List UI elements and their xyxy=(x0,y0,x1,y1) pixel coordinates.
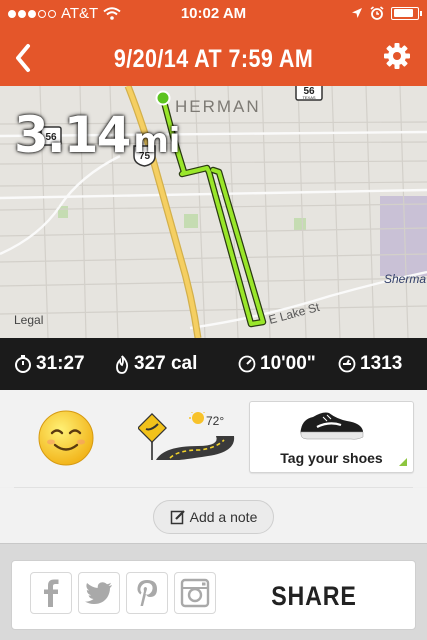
instagram-icon[interactable] xyxy=(174,572,216,614)
map-city-label: HERMAN xyxy=(175,97,261,116)
chevron-left-icon[interactable] xyxy=(8,38,40,78)
road-sign-icon[interactable]: 72° xyxy=(138,412,236,462)
calories-value: 327 cal xyxy=(134,353,198,374)
map-park xyxy=(184,214,198,228)
edit-note-icon xyxy=(170,510,185,525)
flame-icon xyxy=(116,354,129,374)
battery-icon xyxy=(391,6,422,20)
tag-shoes-label: Tag your shoes xyxy=(280,450,383,466)
facebook-glyph xyxy=(44,579,59,607)
pace-stat: 10'00" xyxy=(238,353,316,375)
corner-indicator-icon xyxy=(399,458,407,466)
note-area: Add a note xyxy=(0,488,427,543)
pace-value: 10'00" xyxy=(260,353,316,374)
facebook-icon[interactable] xyxy=(30,572,72,614)
stopwatch-icon xyxy=(15,355,31,373)
running-shoe-icon xyxy=(300,412,364,440)
gear-icon[interactable] xyxy=(383,42,411,70)
alarm-clock-icon xyxy=(370,6,384,20)
map-city-label-right: Sherma xyxy=(384,272,426,286)
share-card: SHARE xyxy=(11,560,416,630)
run-details: 72° Tag your shoes xyxy=(0,390,427,487)
battery-level xyxy=(393,9,414,17)
instagram-glyph xyxy=(180,578,210,608)
duration-value: 31:27 xyxy=(36,353,85,374)
status-indicators xyxy=(351,6,422,20)
calories-stat: 327 cal xyxy=(114,353,197,375)
fuel-stat: 1313 xyxy=(338,353,402,375)
pinterest-icon[interactable] xyxy=(126,572,168,614)
status-bar: AT&T 10:02 AM xyxy=(0,0,427,30)
fuel-value: 1313 xyxy=(360,353,403,374)
location-arrow-icon xyxy=(352,8,362,18)
page-title: 9/20/14 AT 7:59 AM xyxy=(113,45,314,73)
fuel-icon xyxy=(338,355,356,373)
pinterest-glyph xyxy=(137,580,157,606)
pace-gauge-icon xyxy=(238,355,256,373)
distance-readout: 3.14 mi xyxy=(14,106,180,164)
twitter-glyph xyxy=(85,582,112,604)
temperature-label: 72° xyxy=(206,414,224,428)
twitter-icon[interactable] xyxy=(78,572,120,614)
shield-state: TEXAS xyxy=(302,95,315,100)
tag-shoes-button[interactable]: Tag your shoes xyxy=(249,401,414,473)
distance-value: 3.14 xyxy=(14,106,131,164)
route-map[interactable]: HERMAN E Lake St Sherma 56 TEXAS 56 75 3… xyxy=(0,86,427,338)
add-note-button[interactable]: Add a note xyxy=(153,500,274,534)
stats-bar: 31:27 327 cal 10'00" 1313 xyxy=(0,338,427,390)
duration-stat: 31:27 xyxy=(14,353,85,375)
add-note-label: Add a note xyxy=(189,509,258,525)
legal-link[interactable]: Legal xyxy=(14,313,43,327)
smiley-face-icon[interactable] xyxy=(37,409,95,467)
map-park xyxy=(294,218,306,230)
share-button[interactable]: SHARE xyxy=(254,581,374,612)
nav-bar: 9/20/14 AT 7:59 AM xyxy=(0,30,427,86)
share-zone: SHARE xyxy=(0,543,427,640)
distance-unit: mi xyxy=(133,121,181,161)
highway-shield-56-right: 56 TEXAS xyxy=(295,86,323,101)
route-start-marker xyxy=(155,90,171,106)
